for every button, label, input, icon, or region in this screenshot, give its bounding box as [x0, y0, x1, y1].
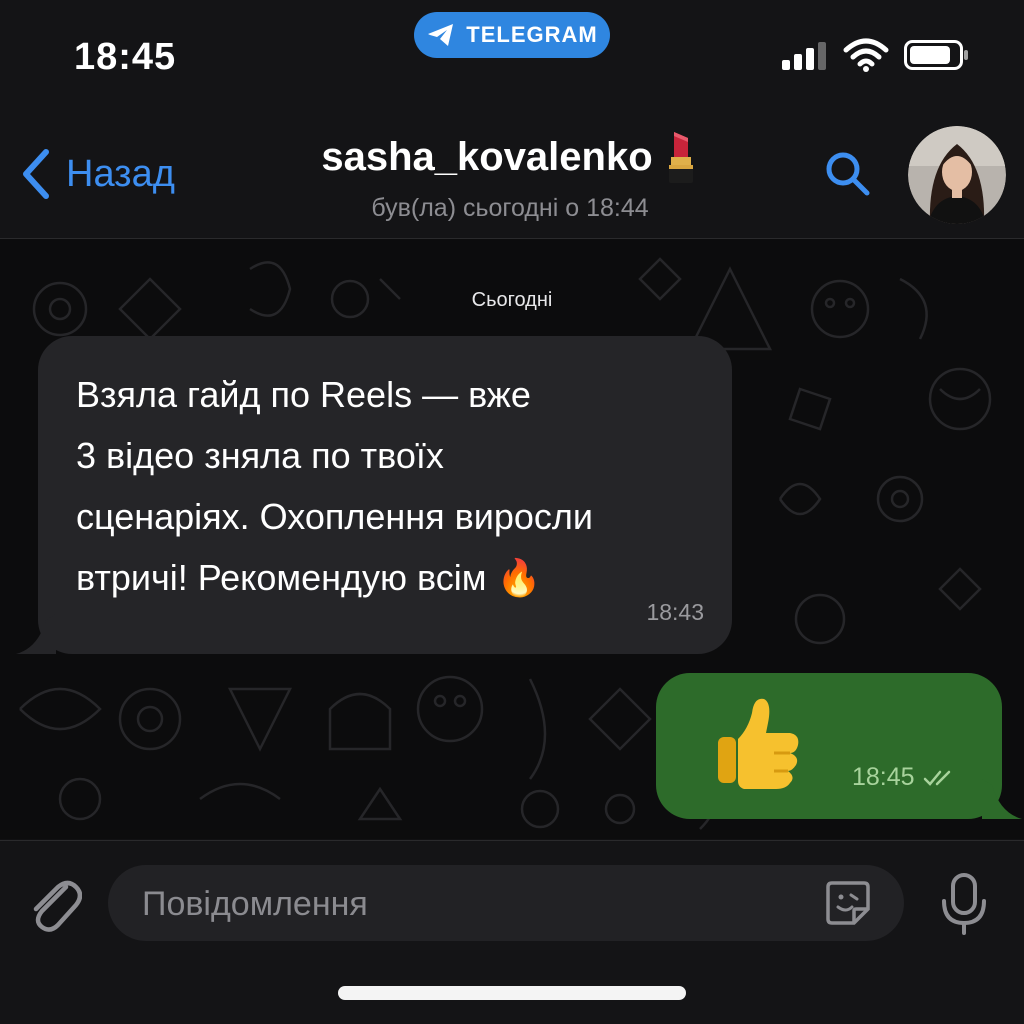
incoming-message[interactable]: Взяла гайд по Reels — вже 3 відео зняла … [16, 336, 732, 654]
microphone-icon[interactable] [936, 871, 992, 937]
chevron-left-icon [23, 149, 49, 199]
outgoing-meta: 18:45 [852, 763, 957, 792]
chat-header: Назад sasha_kovalenko був(ла) сьогодні о… [0, 110, 1024, 239]
message-line: Взяла гайд по Reels — вже [76, 374, 531, 415]
message-time: 18:43 [646, 599, 704, 625]
message-input[interactable] [140, 879, 804, 929]
date-separator: Сьогодні [471, 289, 553, 311]
telegram-pill-label: TELEGRAM [466, 22, 598, 47]
status-time: 18:45 [74, 36, 177, 78]
message-list[interactable]: Сьогодні Взяла гайд по Reels — вже 3 від… [0, 239, 1024, 839]
bubble-tail [982, 779, 1022, 819]
message-line: втричі! Рекомендую всім 🔥 [76, 557, 542, 598]
sticker-icon[interactable] [824, 879, 872, 927]
message-text: Взяла гайд по Reels — вже 3 відео зняла … [76, 364, 716, 608]
message-line: 3 відео зняла по твоїх [76, 435, 444, 476]
signal-icon [782, 42, 826, 70]
message-line: сценаріях. Охоплення виросли [76, 496, 594, 537]
double-check-icon [923, 770, 950, 786]
outgoing-message[interactable]: 18:45 [656, 673, 1022, 819]
message-time: 18:45 [852, 763, 915, 791]
last-seen-status: був(ла) сьогодні о 18:44 [371, 194, 649, 222]
status-bar: 18:45 TELEGRAM [0, 0, 1024, 110]
back-label: Назад [66, 152, 175, 195]
home-indicator[interactable] [338, 986, 686, 1000]
telegram-pill[interactable]: TELEGRAM [414, 12, 610, 58]
wifi-icon [843, 38, 889, 72]
bubble-tail [16, 614, 56, 654]
battery-icon [904, 40, 968, 70]
chat-title-block[interactable]: sasha_kovalenko був(ла) сьогодні о 18:44 [250, 128, 770, 223]
telegram-chat-screen: 18:45 TELEGRAM Назад sasha_kovalenko був… [0, 0, 1024, 1024]
telegram-icon [428, 24, 454, 46]
avatar[interactable] [908, 126, 1006, 224]
thumbs-up-icon [718, 698, 799, 789]
lipstick-icon [668, 132, 693, 183]
chat-title: sasha_kovalenko [321, 134, 653, 179]
message-field[interactable] [108, 865, 904, 941]
search-icon[interactable] [822, 148, 874, 200]
back-button[interactable]: Назад [18, 148, 175, 200]
paperclip-icon[interactable] [26, 871, 82, 935]
